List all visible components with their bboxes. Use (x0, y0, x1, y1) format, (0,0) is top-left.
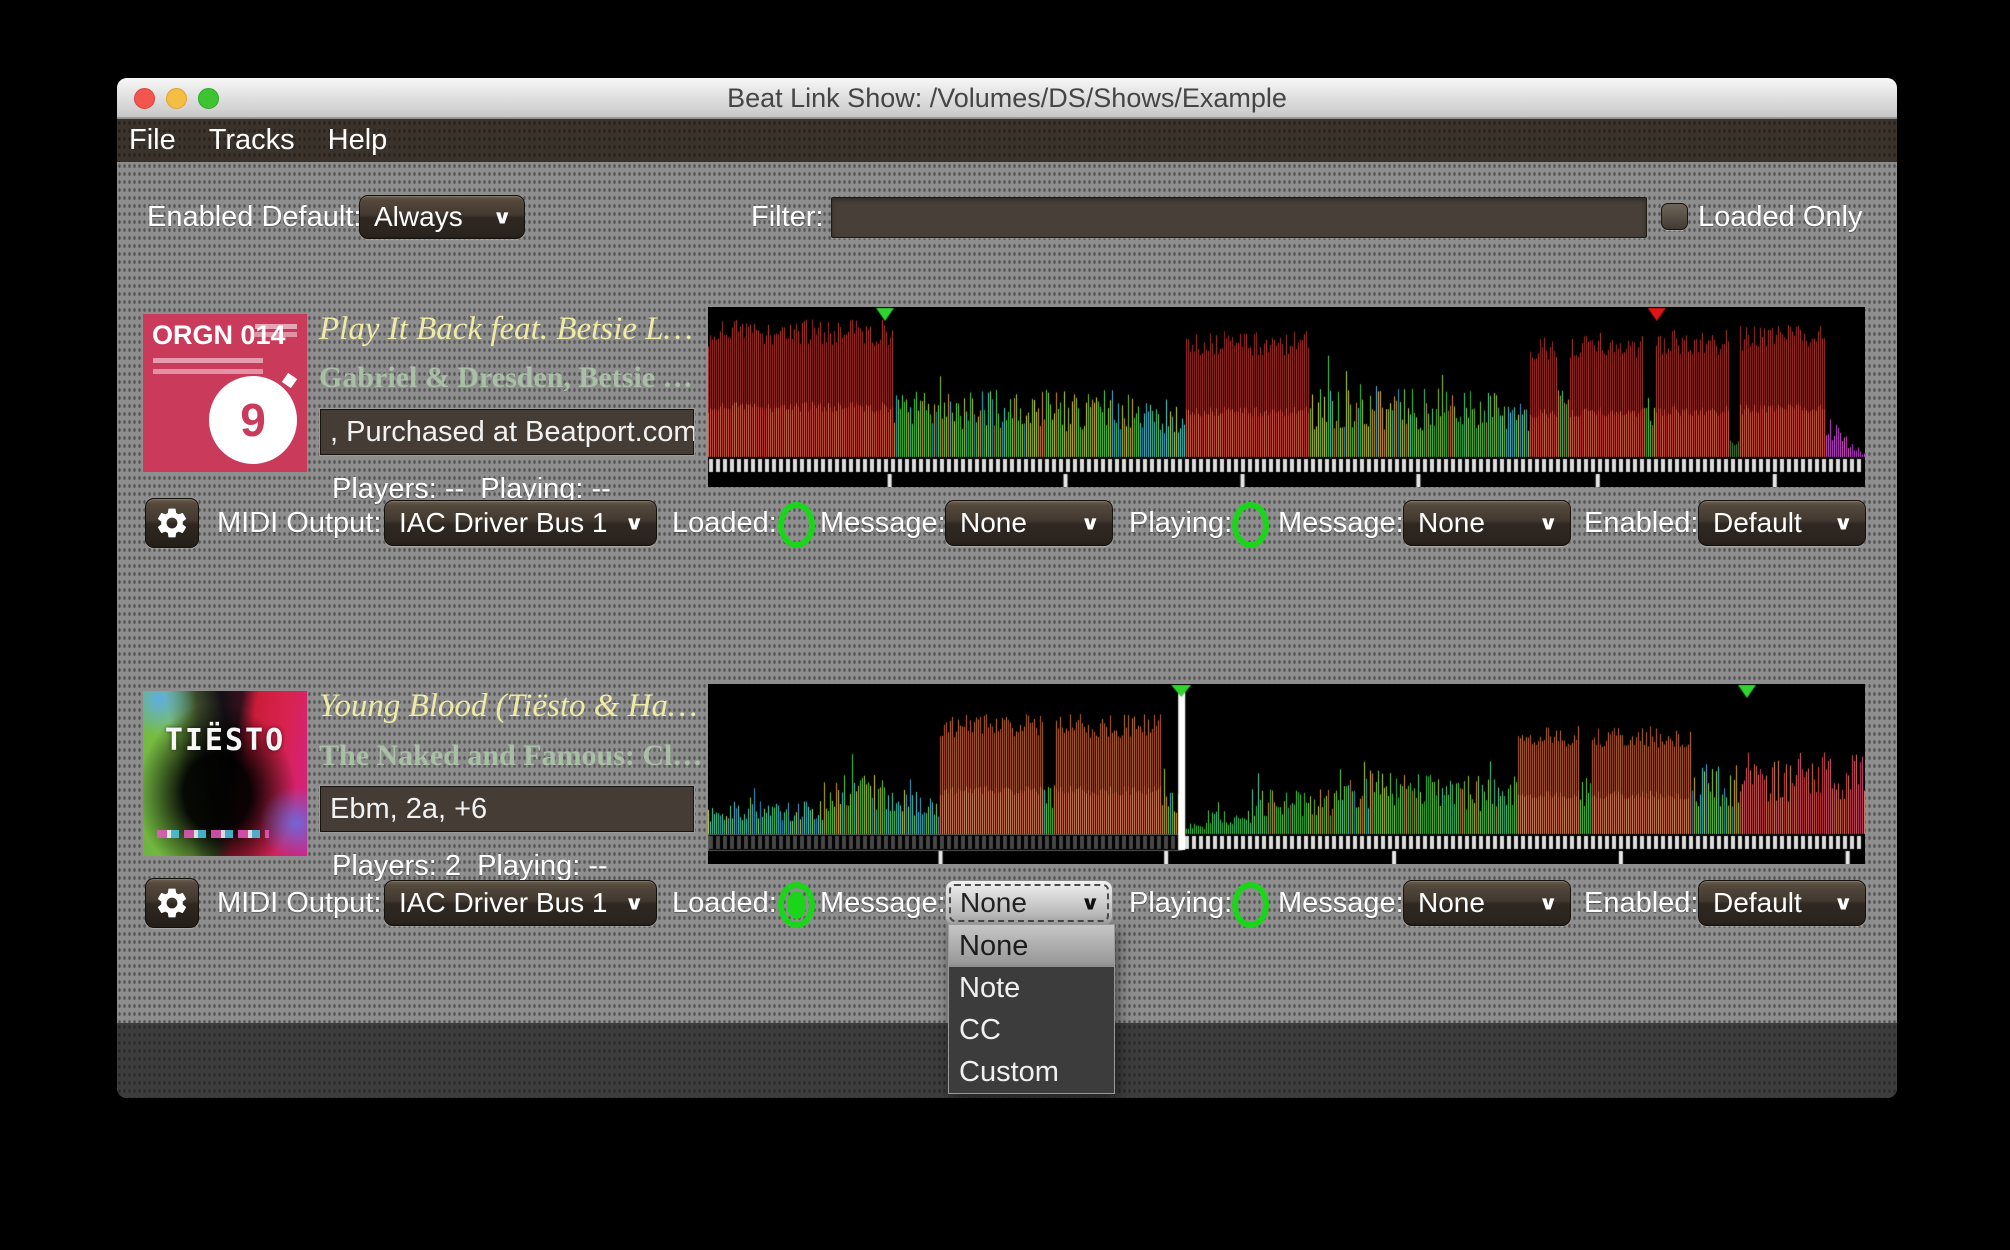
chevron-down-icon: ∨ (1833, 512, 1854, 534)
midi-output-label: MIDI Output: (217, 887, 382, 919)
waveform-preview (708, 307, 1865, 487)
playing-message-label: Message: (1278, 887, 1404, 919)
enabled-select[interactable]: Default ∨ (1698, 500, 1866, 546)
menu-tracks[interactable]: Tracks (209, 124, 295, 157)
midi-output-select[interactable]: IAC Driver Bus 1 ∨ (384, 880, 657, 926)
album-art-mini-text (255, 324, 297, 329)
midi-output-select[interactable]: IAC Driver Bus 1 ∨ (384, 500, 657, 546)
playing-label: Playing: (1129, 887, 1233, 919)
gear-button[interactable] (145, 878, 199, 928)
chevron-down-icon: ∨ (1080, 512, 1101, 534)
menu-bar: File Tracks Help (117, 119, 1897, 162)
loaded-message-label: Message: (820, 887, 946, 919)
playing-indicator (1232, 502, 1269, 548)
chevron-down-icon: ∨ (1538, 892, 1559, 914)
enabled-default-label: Enabled Default: (147, 201, 362, 233)
album-art: TIËSTO (143, 691, 307, 856)
loaded-message-select-open[interactable]: None ∨ (945, 880, 1113, 926)
enabled-select[interactable]: Default ∨ (1698, 880, 1866, 926)
loaded-only-checkbox[interactable] (1661, 203, 1688, 230)
album-art-orgn: ORGN 014 9 (143, 314, 307, 472)
playing-indicator (1232, 882, 1269, 928)
menu-option-none[interactable]: None (949, 925, 1114, 967)
gear-icon (157, 888, 187, 918)
logo-notch (281, 372, 298, 389)
playing-message-select[interactable]: None ∨ (1403, 880, 1571, 926)
track-artist: The Naked and Famous: Cl… (319, 739, 703, 772)
record-logo-icon: 9 (209, 376, 297, 464)
enabled-default-select[interactable]: Always ∨ (359, 195, 525, 239)
album-art-sub-text (153, 358, 263, 363)
chevron-down-icon: ∨ (624, 892, 645, 914)
playing-message-label: Message: (1278, 507, 1404, 539)
window-title: Beat Link Show: /Volumes/DS/Shows/Exampl… (727, 83, 1287, 113)
filter-label: Filter: (751, 201, 824, 233)
album-art-label: TIËSTO (164, 723, 286, 758)
chevron-down-icon: ∨ (1833, 892, 1854, 914)
gear-button[interactable] (145, 498, 199, 548)
menu-help[interactable]: Help (328, 124, 388, 157)
loaded-only-label: Loaded Only (1698, 201, 1863, 233)
track-artist: Gabriel & Dresden, Betsie … (319, 361, 693, 394)
track-title: Play It Back feat. Betsie L… (319, 311, 693, 347)
filter-input[interactable] (831, 197, 1647, 238)
players-value: 2 (444, 850, 461, 882)
loaded-label: Loaded: (672, 887, 777, 919)
album-art-tiesto: TIËSTO (143, 691, 307, 856)
loaded-indicator (778, 882, 815, 928)
album-art-caption (157, 830, 269, 838)
menu-option-custom[interactable]: Custom (949, 1051, 1114, 1093)
waveform-preview (708, 684, 1865, 864)
enabled-label: Enabled: (1584, 887, 1699, 919)
message-dropdown-menu: None Note CC Custom (948, 924, 1115, 1094)
title-bar: Beat Link Show: /Volumes/DS/Shows/Exampl… (117, 78, 1897, 118)
loaded-label: Loaded: (672, 507, 777, 539)
album-art: ORGN 014 9 (143, 314, 307, 472)
app-window: Beat Link Show: /Volumes/DS/Shows/Exampl… (117, 78, 1897, 1098)
gear-icon (157, 508, 187, 538)
playing-message-select[interactable]: None ∨ (1403, 500, 1571, 546)
menu-option-note[interactable]: Note (949, 967, 1114, 1009)
menu-file[interactable]: File (129, 124, 176, 157)
playing-label: Playing: (1129, 507, 1233, 539)
loaded-message-label: Message: (820, 507, 946, 539)
enabled-label: Enabled: (1584, 507, 1699, 539)
chevron-down-icon: ∨ (1538, 512, 1559, 534)
playing-value: -- (588, 850, 608, 882)
comment-field[interactable]: , Purchased at Beatport.com (319, 408, 695, 456)
menu-option-cc[interactable]: CC (949, 1009, 1114, 1051)
chevron-down-icon: ∨ (492, 206, 513, 228)
comment-field[interactable]: Ebm, 2a, +6 (319, 785, 695, 833)
chevron-down-icon: ∨ (1080, 892, 1101, 914)
chevron-down-icon: ∨ (624, 512, 645, 534)
midi-output-label: MIDI Output: (217, 507, 382, 539)
loaded-indicator (778, 502, 815, 548)
track-title: Young Blood (Tiësto & Ha… (319, 688, 698, 724)
loaded-message-select[interactable]: None ∨ (945, 500, 1113, 546)
